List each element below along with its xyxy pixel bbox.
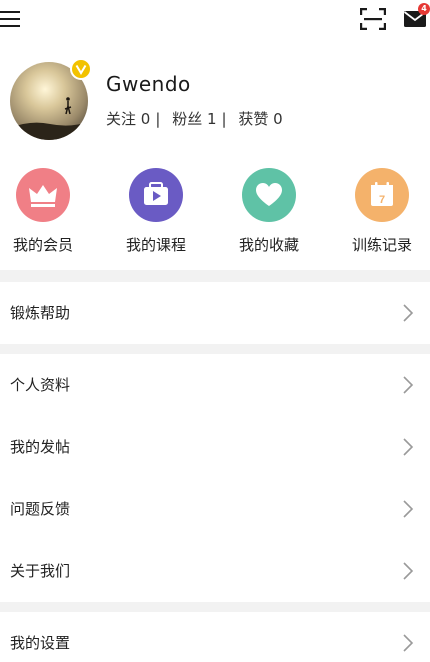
quick-action-training-log[interactable]: 7 训练记录	[342, 168, 422, 264]
menu-personal-info[interactable]: 个人资料	[0, 354, 430, 416]
heart-icon	[242, 168, 296, 222]
chevron-right-icon	[403, 376, 414, 394]
follow-stat[interactable]: 关注 0	[106, 110, 150, 128]
chevron-right-icon	[403, 438, 414, 456]
course-play-icon	[129, 168, 183, 222]
calendar-icon: 7	[355, 168, 409, 222]
vip-badge	[70, 58, 92, 80]
quick-actions: 我的会员 我的课程 我的收藏 7 训练记录	[0, 168, 430, 264]
quick-action-courses[interactable]: 我的课程	[116, 168, 196, 264]
section-gap	[0, 270, 430, 282]
profile-stats: 关注 0 | 粉丝 1 | 获赞 0	[106, 110, 283, 128]
mail-badge: 4	[418, 3, 430, 15]
chevron-right-icon	[403, 562, 414, 580]
menu-my-posts[interactable]: 我的发帖	[0, 416, 430, 478]
username[interactable]: Gwendo	[106, 72, 191, 96]
profile-header: Gwendo 关注 0 | 粉丝 1 | 获赞 0	[0, 58, 430, 144]
hamburger-menu-icon[interactable]	[0, 11, 20, 27]
crown-icon	[16, 168, 70, 222]
likes-stat[interactable]: 获赞 0	[238, 110, 282, 128]
menu-feedback[interactable]: 问题反馈	[0, 478, 430, 540]
scan-icon[interactable]	[360, 8, 386, 30]
fans-stat[interactable]: 粉丝 1	[172, 110, 216, 128]
quick-action-favorites[interactable]: 我的收藏	[229, 168, 309, 264]
chevron-right-icon	[403, 304, 414, 322]
vip-check-icon	[75, 64, 87, 75]
chevron-right-icon	[403, 634, 414, 652]
top-bar: 4	[0, 0, 430, 40]
svg-text:7: 7	[379, 194, 385, 206]
menu-exercise-help[interactable]: 锻炼帮助	[0, 282, 430, 344]
menu-about-us[interactable]: 关于我们	[0, 540, 430, 602]
quick-action-membership[interactable]: 我的会员	[3, 168, 83, 264]
menu-settings[interactable]: 我的设置	[0, 612, 430, 662]
chevron-right-icon	[403, 500, 414, 518]
